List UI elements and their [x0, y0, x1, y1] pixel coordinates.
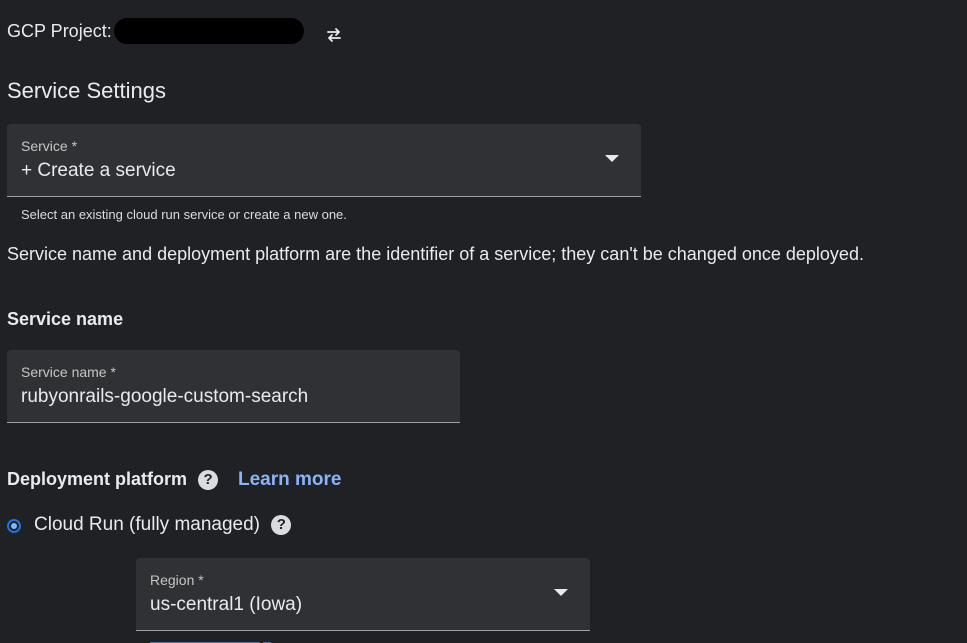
truncated-link[interactable]: ━━━━━━━━━━━━━━ ━ — [150, 636, 271, 643]
service-name-input[interactable]: Service name * rubyonrails-google-custom… — [7, 350, 460, 423]
redacted-project-id — [113, 18, 304, 44]
gcp-project-label: GCP Project: — [7, 20, 112, 41]
region-select-value: us-central1 (Iowa) — [150, 594, 303, 615]
swap-arrows-icon[interactable] — [325, 27, 343, 43]
caret-down-icon[interactable] — [554, 589, 568, 596]
service-select-value: + Create a service — [21, 160, 176, 181]
service-name-input-label: Service name * — [21, 364, 116, 380]
learn-more-link[interactable]: Learn more — [238, 469, 341, 491]
service-select-label: Service * — [21, 138, 78, 154]
service-name-input-value: rubyonrails-google-custom-search — [21, 386, 309, 407]
region-select[interactable]: Region * us-central1 (Iowa) — [136, 558, 590, 631]
deployment-platform-heading: Deployment platform ? — [7, 469, 219, 491]
service-name-heading: Service name — [7, 309, 124, 329]
deployment-platform-heading-text: Deployment platform — [7, 469, 188, 489]
cloud-run-option-label: Cloud Run (fully managed) — [34, 514, 261, 535]
service-select-helper: Select an existing cloud run service or … — [21, 207, 347, 222]
cloud-run-radio[interactable] — [7, 519, 21, 533]
region-select-label: Region * — [150, 572, 204, 588]
service-select[interactable]: Service * + Create a service — [7, 124, 641, 197]
help-circle-icon[interactable]: ? — [271, 514, 292, 535]
radio-selected-dot — [11, 523, 17, 529]
caret-down-icon[interactable] — [605, 155, 619, 162]
service-identifier-info: Service name and deployment platform are… — [7, 244, 864, 264]
help-circle-icon[interactable]: ? — [198, 470, 219, 491]
cloud-run-option[interactable]: Cloud Run (fully managed) ? — [34, 514, 292, 536]
gcp-project-row: GCP Project: — [7, 18, 304, 44]
cloud-run-deploy-panel: GCP Project: Service Settings Service * … — [0, 0, 967, 643]
service-settings-title: Service Settings — [7, 78, 166, 103]
